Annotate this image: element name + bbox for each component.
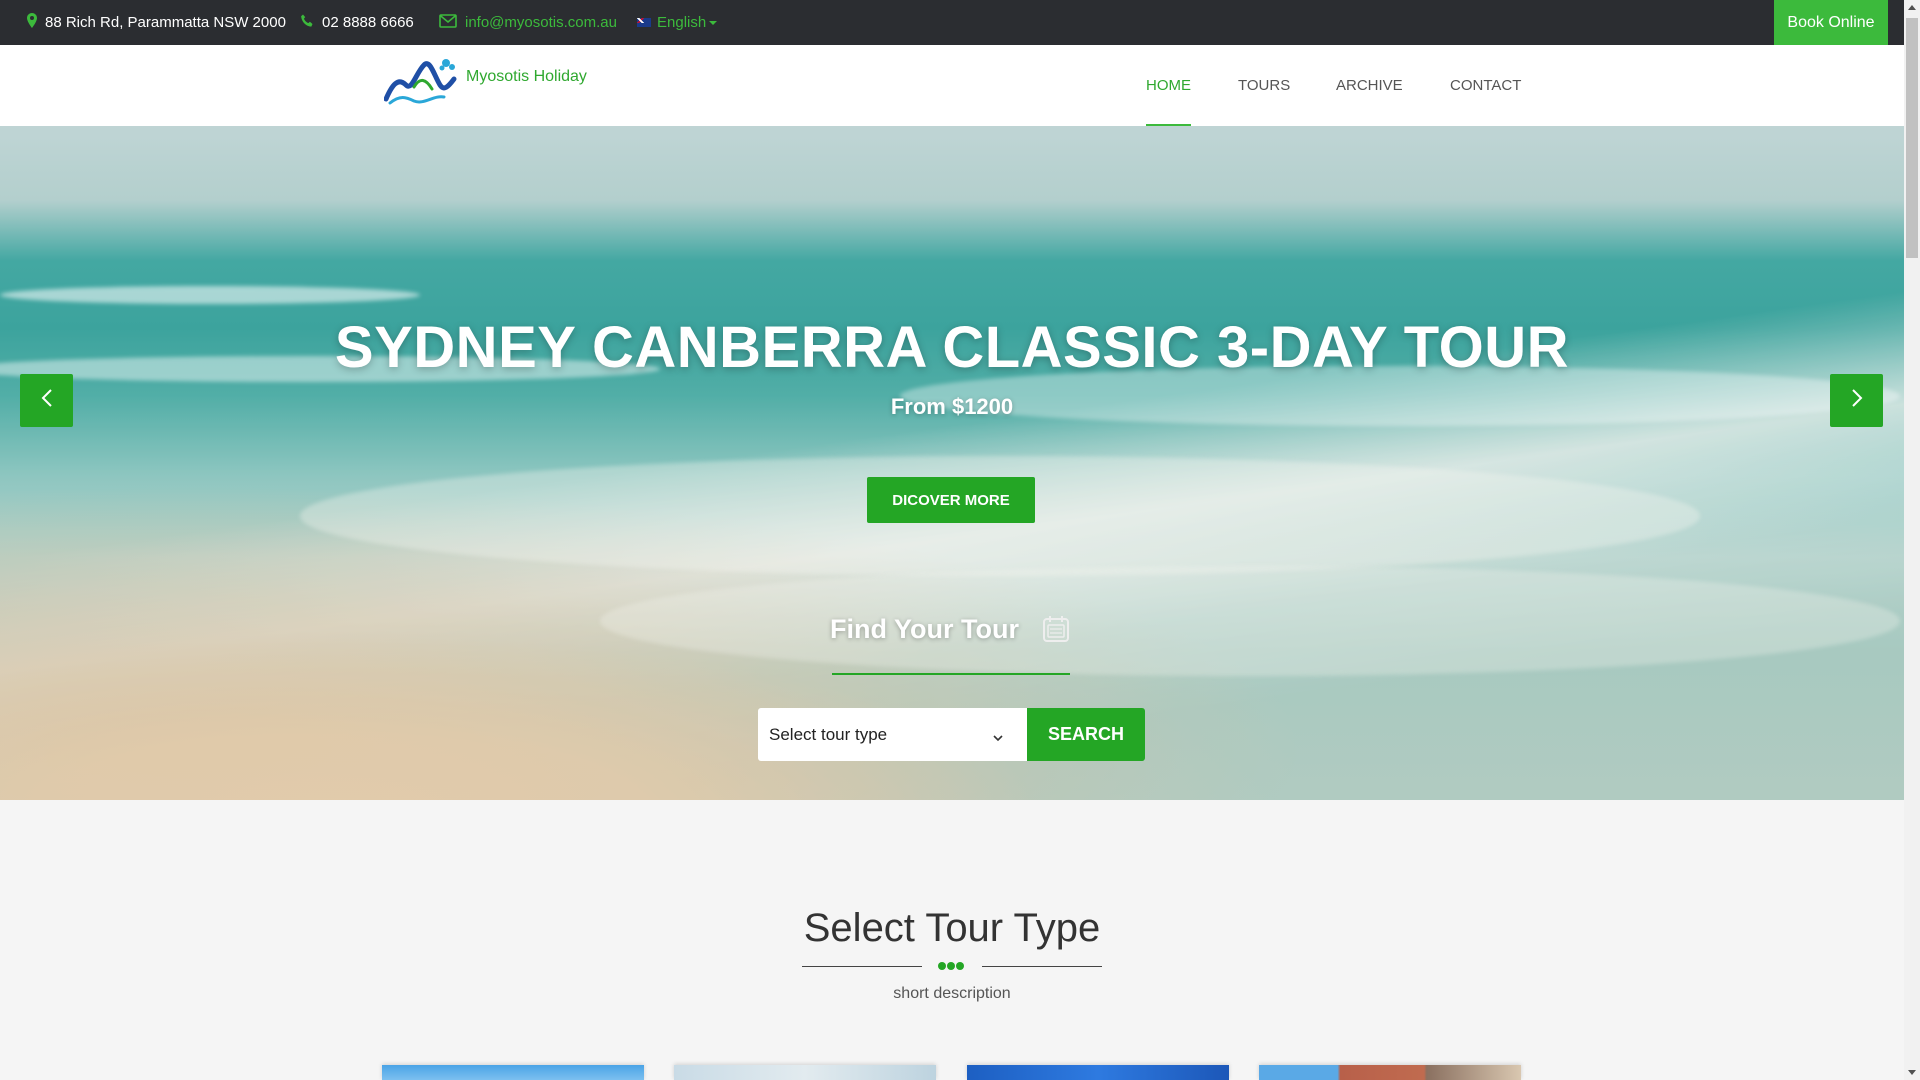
nav-tours[interactable]: TOURS xyxy=(1238,45,1290,126)
divider-dots-icon xyxy=(938,962,964,970)
find-tour-underline xyxy=(832,673,1070,675)
site-header: Myosotis Holiday HOME TOURS ARCHIVE CONT… xyxy=(0,45,1904,126)
phone-item[interactable]: 02 8888 6666 xyxy=(300,0,414,45)
tour-type-select[interactable]: Select tour type xyxy=(758,708,1027,761)
chevron-right-icon xyxy=(1851,388,1863,413)
logo[interactable]: Myosotis Holiday xyxy=(383,55,587,112)
tour-type-card[interactable] xyxy=(1259,1065,1521,1080)
title-divider-left xyxy=(802,966,922,967)
envelope-icon xyxy=(439,13,465,32)
book-online-button[interactable]: Book Online xyxy=(1774,0,1888,45)
top-bar: 88 Rich Rd, Parammatta NSW 2000 02 8888 … xyxy=(0,0,1904,45)
logo-text: Myosotis Holiday xyxy=(466,67,587,85)
tour-type-card[interactable] xyxy=(967,1065,1229,1080)
chevron-left-icon xyxy=(41,388,53,413)
calendar-icon xyxy=(1040,613,1072,650)
address-text: 88 Rich Rd, Parammatta NSW 2000 xyxy=(45,14,286,31)
nav-home[interactable]: HOME xyxy=(1146,45,1191,126)
caret-down-icon xyxy=(709,20,718,25)
language-label: English xyxy=(657,14,707,31)
tour-type-card[interactable] xyxy=(674,1065,936,1080)
australia-flag-icon xyxy=(637,18,651,27)
tour-type-card[interactable] xyxy=(382,1065,644,1080)
tour-type-select-value: Select tour type xyxy=(769,724,888,744)
discover-more-button[interactable]: DICOVER MORE xyxy=(867,477,1035,523)
scrollbar-thumb[interactable] xyxy=(1906,18,1918,258)
nav-archive[interactable]: ARCHIVE xyxy=(1336,45,1403,126)
title-divider-right xyxy=(982,966,1102,967)
email-text: info@myosotis.com.au xyxy=(465,14,617,31)
hero-slider: SYDNEY CANBERRA CLASSIC 3-DAY TOUR From … xyxy=(0,126,1904,800)
prev-slide-button[interactable] xyxy=(20,374,73,427)
nav-contact[interactable]: CONTACT xyxy=(1450,45,1521,126)
find-your-tour-heading: Find Your Tour xyxy=(830,614,1019,644)
language-dropdown[interactable]: English xyxy=(637,0,718,45)
section-description: short description xyxy=(893,985,1011,1002)
phone-text: 02 8888 6666 xyxy=(322,14,414,31)
phone-icon xyxy=(300,14,322,32)
logo-mountain-icon xyxy=(383,55,460,112)
scroll-up-arrow-icon[interactable] xyxy=(1908,5,1916,10)
chevron-down-icon xyxy=(993,727,1003,747)
next-slide-button[interactable] xyxy=(1830,374,1883,427)
search-button[interactable]: SEARCH xyxy=(1027,708,1145,761)
wave-foam xyxy=(0,286,420,304)
wave-foam xyxy=(600,566,1900,676)
address-item: 88 Rich Rd, Parammatta NSW 2000 xyxy=(27,0,286,45)
email-link[interactable]: info@myosotis.com.au xyxy=(439,0,617,45)
section-title: Select Tour Type xyxy=(803,906,1101,950)
hero-title: SYDNEY CANBERRA CLASSIC 3-DAY TOUR xyxy=(334,315,1570,380)
hero-price: From $1200 xyxy=(890,394,1014,419)
scroll-down-arrow-icon[interactable] xyxy=(1908,1070,1916,1075)
map-pin-icon xyxy=(27,13,45,32)
